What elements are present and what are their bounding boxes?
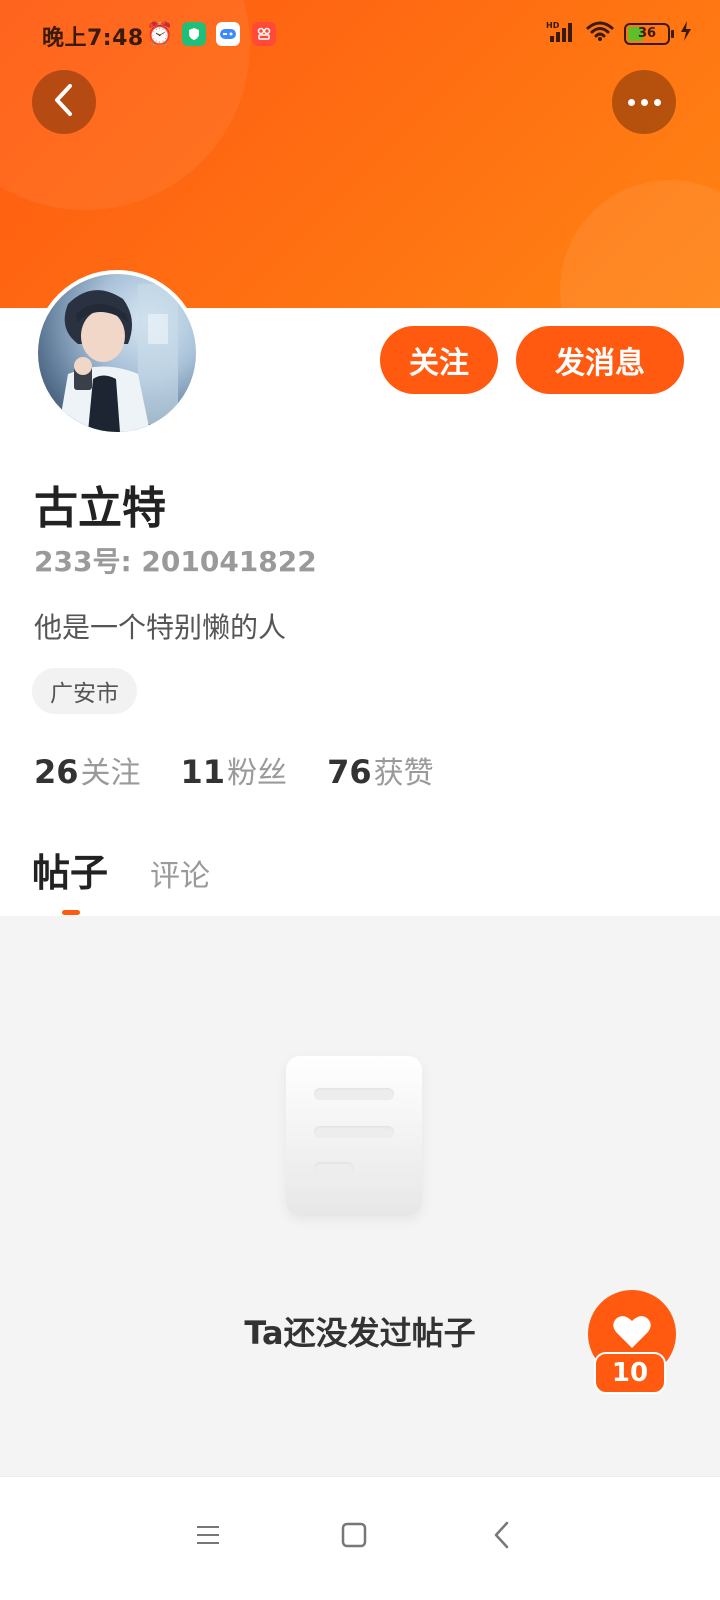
heart-icon [612, 1314, 652, 1354]
alarm-icon: ⏰ [146, 21, 174, 47]
banner-decoration [560, 180, 720, 308]
profile-bio: 他是一个特别懒的人 [34, 611, 287, 644]
stat-likes[interactable]: 76 获赞 [327, 748, 434, 792]
profile-stats: 26 关注 11 粉丝 76 获赞 [34, 748, 434, 792]
send-message-button[interactable]: 发消息 [516, 326, 684, 394]
status-bar: 晚上7:48 ⏰ HD 36 [0, 0, 720, 70]
profile-uid: 233号: 201041822 [34, 545, 317, 578]
nav-back-button[interactable] [472, 1507, 532, 1567]
tab-comments[interactable]: 评论 [150, 851, 210, 897]
tab-posts[interactable]: 帖子 [32, 842, 108, 897]
doc-line [314, 1088, 394, 1100]
stat-number: 26 [34, 753, 79, 791]
follow-button[interactable]: 关注 [380, 326, 498, 394]
chevron-left-icon [493, 1521, 511, 1553]
nav-home-button[interactable] [324, 1507, 384, 1567]
game-app-icon [216, 22, 240, 46]
stat-label: 粉丝 [227, 756, 288, 791]
doc-line [314, 1126, 394, 1138]
stat-number: 76 [327, 753, 372, 791]
shield-app-icon [182, 22, 206, 46]
stat-number: 11 [180, 753, 226, 791]
more-options-button[interactable] [612, 70, 676, 134]
stat-fans[interactable]: 11 粉丝 [181, 748, 288, 792]
status-time: 晚上7:48 [42, 26, 144, 51]
square-home-icon [341, 1522, 367, 1552]
avatar[interactable] [34, 270, 200, 436]
app-notification-icon [252, 22, 276, 46]
wifi-icon [586, 20, 614, 48]
charging-icon [680, 21, 692, 47]
chevron-left-icon [52, 83, 76, 121]
empty-doc-card [286, 1056, 422, 1216]
battery-icon: 36 [624, 23, 674, 45]
like-count-badge: 10 [594, 1352, 666, 1394]
back-button[interactable] [32, 70, 96, 134]
battery-level: 36 [637, 26, 657, 41]
menu-icon [195, 1524, 221, 1550]
nav-menu-button[interactable] [178, 1507, 238, 1567]
location-tag: 广安市 [32, 668, 137, 714]
status-right-group: HD 36 [546, 20, 692, 48]
doc-line [314, 1162, 354, 1174]
stat-label: 获赞 [373, 756, 434, 791]
svg-text:HD: HD [546, 21, 560, 30]
stat-following[interactable]: 26 关注 [34, 748, 141, 792]
empty-document-icon [286, 1056, 422, 1216]
profile-name: 古立特 [34, 483, 166, 534]
avatar-illustration [58, 284, 178, 432]
tab-indicator [62, 910, 80, 915]
profile-page: 晚上7:48 ⏰ HD 36 关注 发消息 古立特 233号: 20104182… [0, 0, 720, 1600]
system-nav-bar [0, 1476, 720, 1600]
signal-icon: HD [546, 20, 576, 48]
stat-label: 关注 [80, 756, 141, 791]
more-dots-icon [627, 98, 661, 106]
profile-tabs: 帖子 评论 [32, 842, 210, 897]
